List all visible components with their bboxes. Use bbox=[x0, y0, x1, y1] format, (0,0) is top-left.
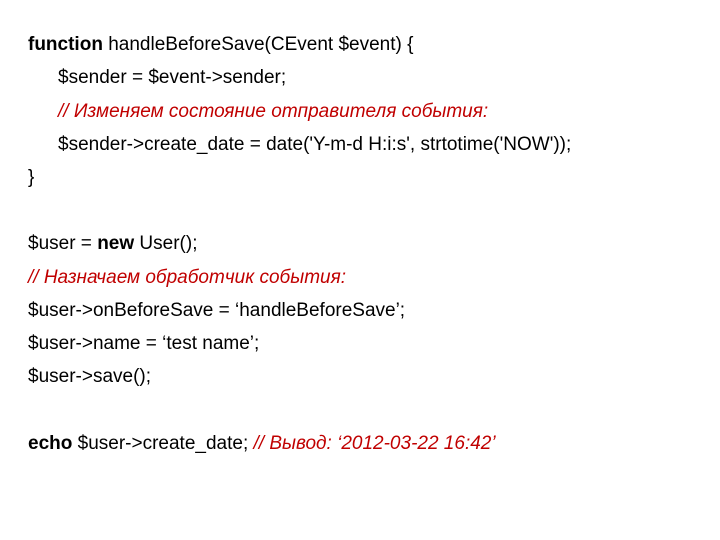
code-text: $sender = $event->sender; bbox=[58, 67, 286, 88]
code-line: echo $user->create_date; // Вывод: ‘2012… bbox=[28, 427, 696, 460]
code-text: $user->save(); bbox=[28, 366, 151, 387]
code-comment: // Изменяем состояние отправителя событи… bbox=[58, 101, 488, 122]
code-slide: function handleBeforeSave(CEvent $event)… bbox=[0, 0, 720, 540]
code-line: // Изменяем состояние отправителя событи… bbox=[28, 95, 696, 128]
code-line: $user->name = ‘test name’; bbox=[28, 327, 696, 360]
code-text: } bbox=[28, 167, 34, 188]
keyword-new: new bbox=[97, 233, 134, 254]
blank-line bbox=[28, 194, 696, 227]
code-line: $user->onBeforeSave = ‘handleBeforeSave’… bbox=[28, 294, 696, 327]
code-text: $sender->create_date = date('Y-m-d H:i:s… bbox=[58, 134, 571, 155]
code-line: $user = new User(); bbox=[28, 227, 696, 260]
code-text: User(); bbox=[134, 233, 197, 254]
code-text: handleBeforeSave(CEvent $event) { bbox=[103, 34, 414, 55]
code-comment: // Назначаем обработчик события: bbox=[28, 267, 346, 288]
code-line: $sender = $event->sender; bbox=[28, 61, 696, 94]
keyword-function: function bbox=[28, 34, 103, 55]
code-text: $user->create_date; bbox=[72, 433, 253, 454]
code-line: $sender->create_date = date('Y-m-d H:i:s… bbox=[28, 128, 696, 161]
blank-line bbox=[28, 394, 696, 427]
code-comment: // Вывод: ‘2012-03-22 16:42’ bbox=[254, 433, 496, 454]
code-line: // Назначаем обработчик события: bbox=[28, 261, 696, 294]
keyword-echo: echo bbox=[28, 433, 72, 454]
code-line: $user->save(); bbox=[28, 360, 696, 393]
code-line: function handleBeforeSave(CEvent $event)… bbox=[28, 28, 696, 61]
code-line: } bbox=[28, 161, 696, 194]
code-text: $user->name = ‘test name’; bbox=[28, 333, 259, 354]
code-text: $user->onBeforeSave = ‘handleBeforeSave’… bbox=[28, 300, 405, 321]
code-text: $user = bbox=[28, 233, 97, 254]
